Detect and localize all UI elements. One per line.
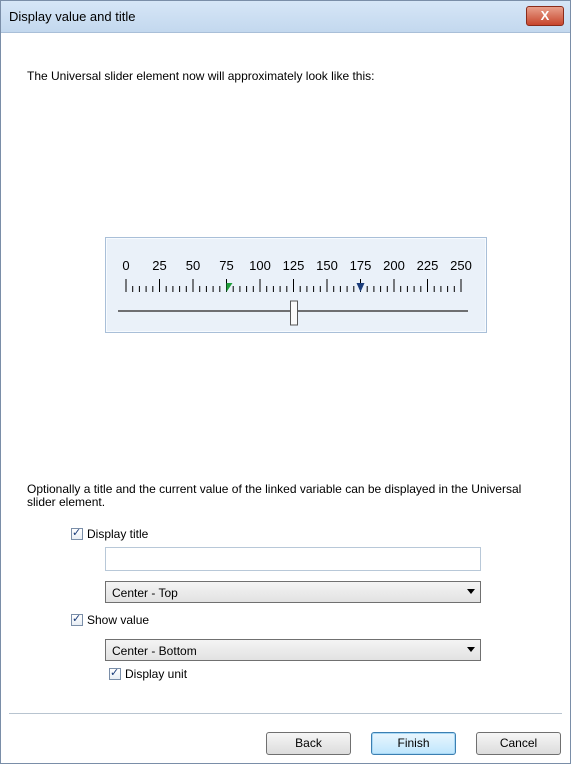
- scale-label: 25: [152, 258, 166, 273]
- scale-label: 50: [186, 258, 200, 273]
- scale-label: 225: [417, 258, 439, 273]
- display-title-row[interactable]: Display title: [71, 526, 149, 541]
- blue-marker: [356, 283, 365, 292]
- scale-label: 175: [350, 258, 372, 273]
- title-position-select[interactable]: Center - Top: [105, 581, 481, 603]
- show-value-checkbox[interactable]: [71, 612, 83, 626]
- show-value-row[interactable]: Show value: [71, 612, 150, 627]
- scale-label: 0: [122, 258, 129, 273]
- scale-label: 75: [219, 258, 233, 273]
- value-position-select[interactable]: Center - Bottom: [105, 639, 481, 661]
- dialog-window: Display value and title X The Universal …: [0, 0, 571, 764]
- slider-preview-graphic: 0 25 50 75 100 125 150 175 200 225 250: [118, 258, 472, 326]
- intro-text: The Universal slider element now will ap…: [27, 69, 375, 83]
- dialog-title: Display value and title: [9, 9, 136, 24]
- scale-label: 125: [283, 258, 305, 273]
- display-unit-checkbox[interactable]: [109, 666, 121, 680]
- close-icon: X: [540, 8, 550, 23]
- green-marker: [226, 283, 233, 292]
- display-unit-label: Display unit: [125, 667, 188, 681]
- footer-divider: [9, 713, 562, 714]
- scale-label: 200: [383, 258, 405, 273]
- title-input[interactable]: [105, 547, 481, 571]
- cancel-button[interactable]: Cancel: [476, 732, 561, 755]
- scale-label: 100: [249, 258, 271, 273]
- finish-button[interactable]: Finish: [371, 732, 456, 755]
- chevron-down-icon: [467, 647, 475, 652]
- value-position-value: Center - Bottom: [112, 644, 197, 658]
- scale-label: 250: [450, 258, 472, 273]
- display-title-label: Display title: [87, 527, 149, 541]
- show-value-label: Show value: [87, 613, 150, 627]
- title-bar: Display value and title X: [1, 1, 570, 33]
- display-title-checkbox[interactable]: [71, 526, 83, 540]
- chevron-down-icon: [467, 589, 475, 594]
- slider-thumb: [290, 300, 298, 326]
- back-button[interactable]: Back: [266, 732, 351, 755]
- scale-label: 150: [316, 258, 338, 273]
- slider-preview: 0 25 50 75 100 125 150 175 200 225 250: [105, 237, 487, 333]
- close-button[interactable]: X: [526, 6, 564, 26]
- display-unit-row[interactable]: Display unit: [109, 666, 188, 681]
- description-text: Optionally a title and the current value…: [27, 482, 522, 509]
- title-position-value: Center - Top: [112, 586, 178, 600]
